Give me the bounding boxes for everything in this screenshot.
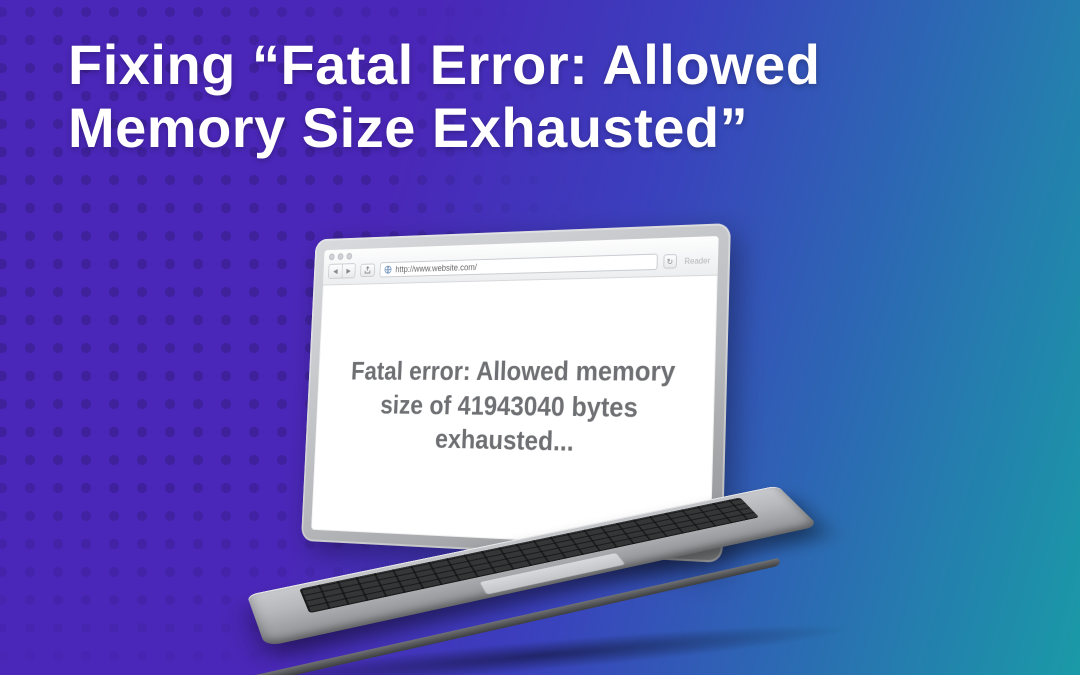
- laptop-illustration: ◄ ► http://www.website.com/ ↻ Reader: [200, 200, 880, 660]
- laptop-screen: ◄ ► http://www.website.com/ ↻ Reader: [311, 236, 719, 549]
- forward-icon: ►: [342, 264, 355, 278]
- window-dot: [338, 253, 344, 260]
- window-dot: [329, 254, 335, 261]
- hero-banner: Fixing “Fatal Error: Allowed Memory Size…: [0, 0, 1080, 675]
- back-icon: ◄: [329, 264, 342, 277]
- url-text: http://www.website.com/: [395, 262, 477, 274]
- page-title: Fixing “Fatal Error: Allowed Memory Size…: [68, 34, 1020, 159]
- globe-icon: [384, 265, 393, 275]
- window-dot: [346, 253, 352, 260]
- error-message: Fatal error: Allowed memory size of 4194…: [334, 354, 692, 463]
- nav-buttons: ◄ ►: [328, 263, 356, 279]
- browser-viewport: Fatal error: Allowed memory size of 4194…: [311, 276, 718, 550]
- share-icon: [360, 263, 375, 277]
- reader-label: Reader: [682, 255, 712, 265]
- refresh-icon: ↻: [663, 254, 677, 269]
